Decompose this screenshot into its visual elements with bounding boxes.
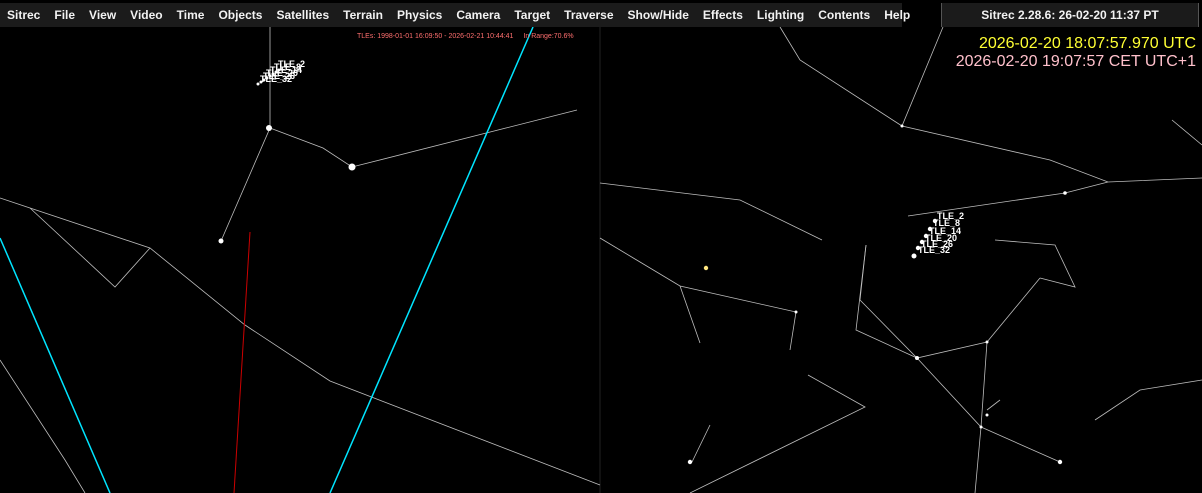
menu-contents[interactable]: Contents (811, 3, 877, 27)
menu-help[interactable]: Help (877, 3, 917, 27)
menu-file[interactable]: File (47, 3, 82, 27)
menu-satellites[interactable]: Satellites (269, 3, 336, 27)
orbit-line-center (329, 26, 534, 493)
right-sat-label-6: TLE_32 (918, 245, 951, 255)
menu-effects[interactable]: Effects (696, 3, 750, 27)
tle-date-range: TLEs: 1998-01-01 16:09:50 - 2026-02-21 1… (357, 33, 514, 40)
version-info: Sitrec 2.28.6: 26-02-20 11:37 PT (941, 3, 1199, 27)
menu-bar: Sitrec File View Video Time Objects Sate… (0, 3, 910, 27)
tle-in-range: In Range:70.6% (523, 33, 574, 40)
left-stars (218, 125, 356, 244)
3d-viewport[interactable] (0, 0, 1202, 493)
menu-show-hide[interactable]: Show/Hide (621, 3, 696, 27)
menu-physics[interactable]: Physics (390, 3, 449, 27)
right-constellation-lines (599, 26, 1202, 493)
tle-range-info: TLEs: 1998-01-01 16:09:50 - 2026-02-21 1… (357, 33, 582, 40)
menu-time[interactable]: Time (170, 3, 212, 27)
menu-target[interactable]: Target (507, 3, 557, 27)
menu-camera[interactable]: Camera (449, 3, 507, 27)
local-time-display: 2026-02-20 19:07:57 CET UTC+1 (955, 53, 1196, 70)
menu-sitrec[interactable]: Sitrec (0, 3, 47, 27)
right-stars (687, 124, 1067, 465)
menu-terrain[interactable]: Terrain (336, 3, 390, 27)
menu-objects[interactable]: Objects (211, 3, 269, 27)
menu-lighting[interactable]: Lighting (750, 3, 811, 27)
utc-time-display: 2026-02-20 18:07:57.970 UTC (978, 35, 1196, 52)
left-constellation-lines (0, 27, 601, 493)
menu-video[interactable]: Video (123, 3, 169, 27)
ground-track-line (233, 231, 251, 493)
menu-traverse[interactable]: Traverse (557, 3, 620, 27)
orbit-line-left (0, 237, 111, 493)
left-sat-label-6: TLE_32 (260, 74, 293, 84)
menu-view[interactable]: View (82, 3, 123, 27)
